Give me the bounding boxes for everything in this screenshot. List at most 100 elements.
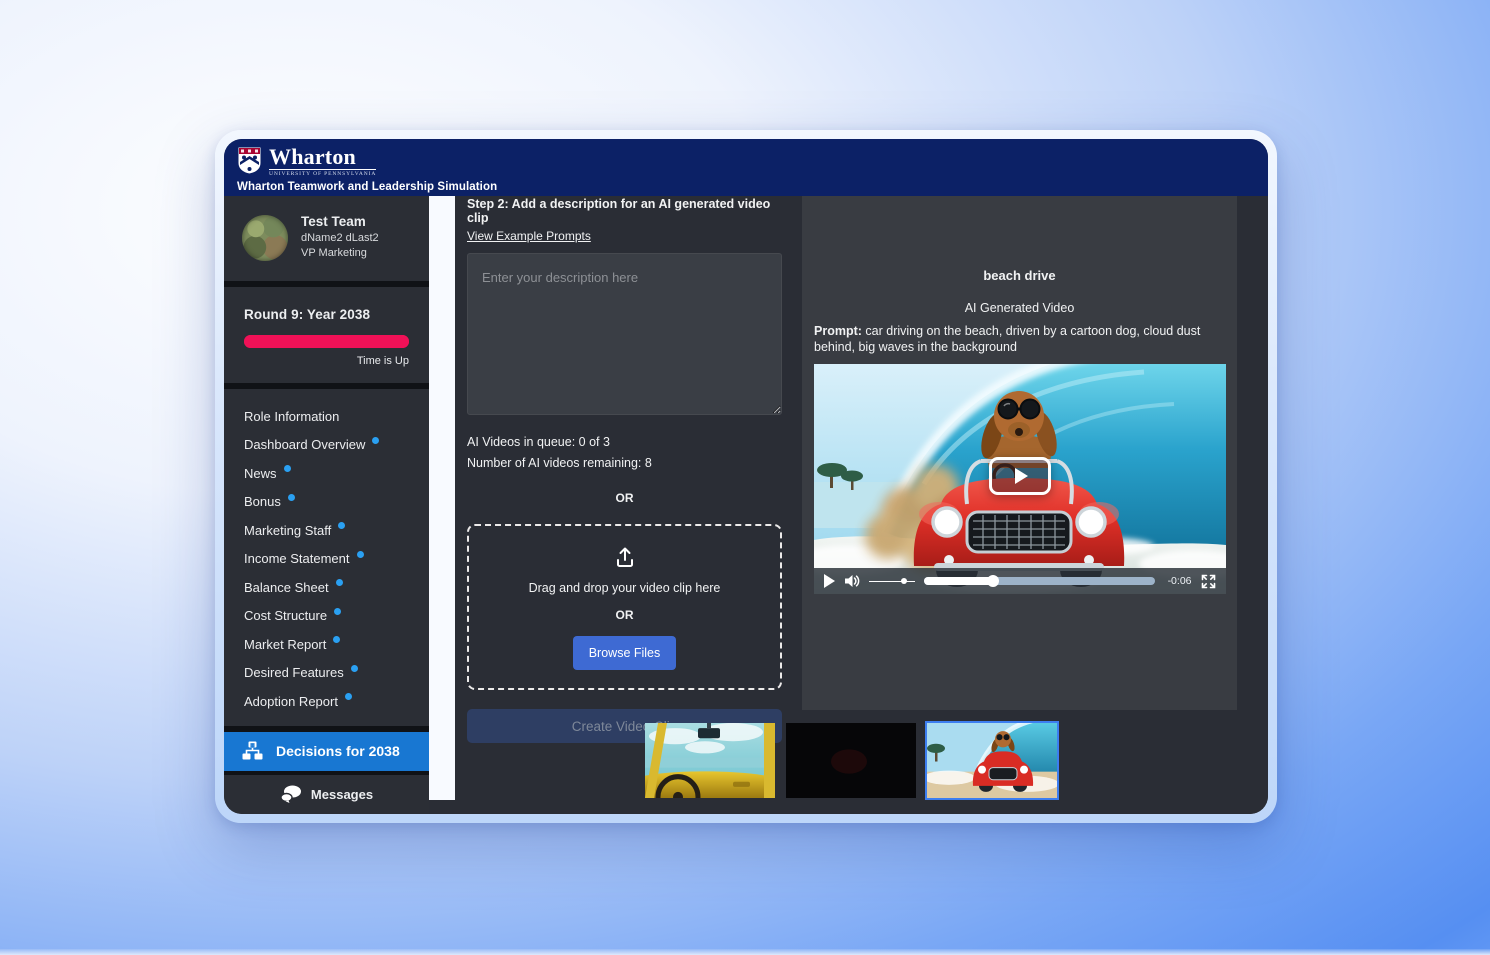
round-section: Round 9: Year 2038 Time is Up	[224, 287, 429, 383]
prompt-label: Prompt:	[814, 324, 862, 338]
video-description-form: Step 2: Add a description for an AI gene…	[467, 197, 782, 743]
time-remaining: -0:06	[1164, 575, 1192, 587]
seek-handle[interactable]	[987, 575, 999, 587]
wharton-logo: Wharton University of Pennsylvania	[237, 146, 1268, 177]
sidebar-nav-item[interactable]: Role Information	[244, 402, 429, 431]
video-controls: -0:06	[814, 568, 1226, 594]
messages-label: Messages	[311, 787, 373, 802]
member-name: dName2 dLast2	[301, 231, 379, 246]
unread-dot	[336, 579, 343, 586]
sidebar-nav-label: Income Statement	[244, 551, 350, 566]
view-example-prompts-link[interactable]: View Example Prompts	[467, 229, 591, 243]
unread-dot	[351, 665, 358, 672]
background-bottom-strip	[0, 949, 1490, 955]
sidebar-nav-item[interactable]: Dashboard Overview	[244, 431, 429, 460]
thumbnail-dashboard-clip[interactable]	[645, 723, 775, 798]
sidebar-nav-item[interactable]: Cost Structure	[244, 602, 429, 631]
sidebar: Test Team dName2 dLast2 VP Marketing Rou…	[224, 196, 429, 814]
volume-slider[interactable]	[869, 575, 915, 587]
svg-text:▦: ▦	[250, 743, 255, 749]
wharton-shield-icon	[237, 146, 262, 175]
prompt-text: car driving on the beach, driven by a ca…	[814, 324, 1200, 354]
video-subtitle: AI Generated Video	[802, 301, 1237, 315]
unread-dot	[334, 608, 341, 615]
sidebar-nav: Role Information Dashboard Overview News	[224, 389, 429, 726]
video-player[interactable]: -0:06	[814, 364, 1226, 594]
unread-dot	[338, 522, 345, 529]
unread-dot	[333, 636, 340, 643]
team-avatar	[242, 215, 288, 261]
beach-drive-clip-art	[927, 723, 1057, 798]
sidebar-nav-label: Adoption Report	[244, 694, 338, 709]
video-dropzone[interactable]: Drag and drop your video clip here OR Br…	[467, 524, 782, 690]
thumbnail-black-clip[interactable]	[786, 723, 916, 798]
sidebar-nav-label: Dashboard Overview	[244, 437, 365, 452]
play-overlay-button[interactable]	[989, 457, 1051, 495]
sidebar-item-decisions[interactable]: ▦ Decisions for 2038	[224, 732, 429, 771]
queue-status: AI Videos in queue: 0 of 3	[467, 435, 782, 449]
decisions-label: Decisions for 2038	[276, 743, 400, 759]
video-title: beach drive	[802, 268, 1237, 283]
brand-name: Wharton	[269, 146, 376, 170]
org-chart-icon: ▦	[242, 741, 263, 761]
play-icon	[1015, 468, 1028, 484]
unread-dot	[284, 465, 291, 472]
clip-thumbnails	[645, 723, 1057, 798]
sidebar-nav-label: Bonus	[244, 494, 281, 509]
seek-bar[interactable]	[924, 577, 1155, 585]
black-clip-art	[786, 723, 916, 798]
fullscreen-icon[interactable]	[1201, 574, 1216, 589]
play-button[interactable]	[824, 574, 835, 588]
sidebar-nav-item[interactable]: News	[244, 459, 429, 488]
sidebar-nav-item[interactable]: Marketing Staff	[244, 516, 429, 545]
sidebar-nav-label: News	[244, 466, 277, 481]
video-preview-panel: beach drive AI Generated Video Prompt: c…	[802, 196, 1237, 710]
sidebar-nav-item[interactable]: Adoption Report	[244, 687, 429, 716]
remaining-status: Number of AI videos remaining: 8	[467, 456, 782, 470]
chat-bubbles-icon	[280, 785, 302, 803]
round-progress-fill	[244, 335, 409, 348]
sidebar-nav-label: Desired Features	[244, 665, 344, 680]
volume-icon[interactable]	[844, 574, 860, 588]
unread-dot	[372, 437, 379, 444]
sidebar-nav-label: Cost Structure	[244, 608, 327, 623]
step-title: Step 2: Add a description for an AI gene…	[467, 197, 782, 225]
video-prompt: Prompt: car driving on the beach, driven…	[802, 324, 1237, 355]
description-input[interactable]	[467, 253, 782, 415]
sidebar-nav-item[interactable]: Balance Sheet	[244, 573, 429, 602]
thumbnail-beach-drive-clip[interactable]	[927, 723, 1057, 798]
sidebar-nav-item[interactable]: Market Report	[244, 630, 429, 659]
sidebar-nav-label: Balance Sheet	[244, 580, 329, 595]
upload-icon	[613, 546, 637, 568]
timer-label: Time is Up	[244, 355, 409, 367]
team-profile: Test Team dName2 dLast2 VP Marketing	[224, 196, 429, 281]
dashboard-clip-art	[645, 723, 775, 798]
dropzone-or: OR	[616, 608, 634, 622]
sidebar-nav-item[interactable]: Bonus	[244, 488, 429, 517]
scroll-gutter[interactable]	[429, 196, 455, 800]
sidebar-nav-label: Marketing Staff	[244, 523, 331, 538]
member-role: VP Marketing	[301, 246, 379, 261]
volume-knob[interactable]	[901, 578, 907, 584]
sidebar-nav-item[interactable]: Income Statement	[244, 545, 429, 574]
app-window-content: Wharton University of Pennsylvania Whart…	[224, 139, 1268, 814]
browse-files-button[interactable]: Browse Files	[573, 636, 677, 670]
app-window: Wharton University of Pennsylvania Whart…	[215, 130, 1277, 823]
team-name: Test Team	[301, 214, 379, 229]
sidebar-item-messages[interactable]: Messages	[224, 775, 429, 814]
sidebar-nav-item[interactable]: Desired Features	[244, 659, 429, 688]
seek-progress	[924, 577, 993, 585]
sidebar-nav-label: Role Information	[244, 409, 339, 424]
dropzone-text: Drag and drop your video clip here	[529, 581, 721, 595]
unread-dot	[288, 494, 295, 501]
brand-subtitle: University of Pennsylvania	[269, 172, 376, 178]
app-title: Wharton Teamwork and Leadership Simulati…	[237, 181, 1268, 193]
or-divider: OR	[467, 491, 782, 505]
main-content: Step 2: Add a description for an AI gene…	[455, 196, 1268, 814]
top-navbar: Wharton University of Pennsylvania Whart…	[224, 139, 1268, 196]
unread-dot	[345, 693, 352, 700]
wharton-wordmark: Wharton University of Pennsylvania	[269, 146, 376, 178]
round-progress-bar	[244, 335, 409, 348]
unread-dot	[357, 551, 364, 558]
sidebar-nav-label: Market Report	[244, 637, 326, 652]
